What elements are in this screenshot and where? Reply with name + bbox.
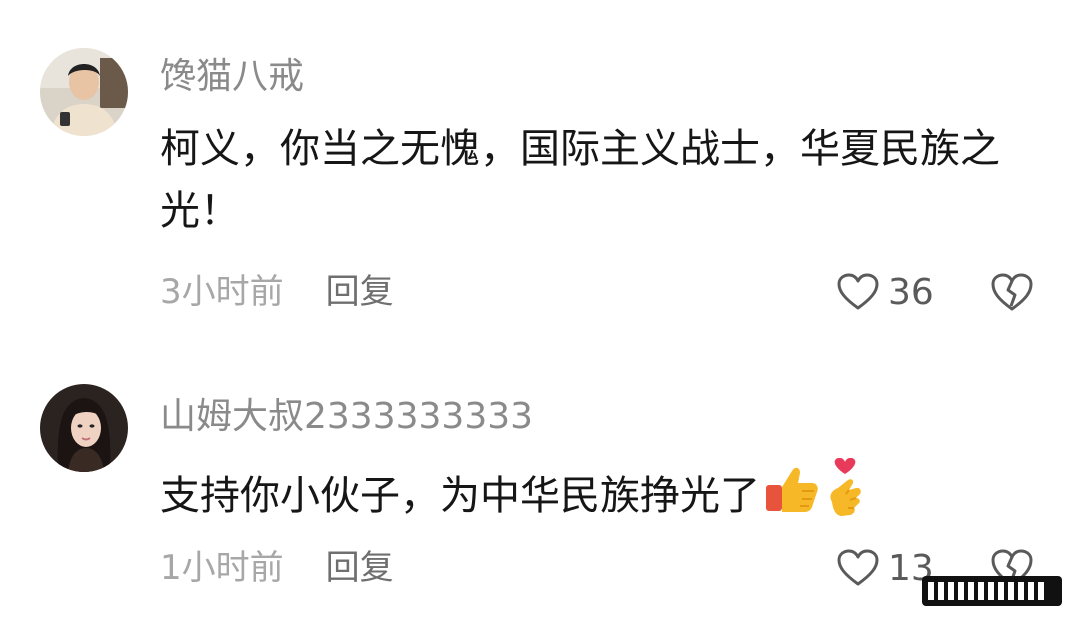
reply-button[interactable]: 回复 <box>326 546 394 590</box>
like-button[interactable]: 13 <box>836 546 934 590</box>
comment-text-line: 支持你小伙子，为中华民族挣光了 <box>160 457 1040 538</box>
comment-time: 3小时前 <box>160 272 284 312</box>
comment-text: 支持你小伙子，为中华民族挣光了 <box>160 473 760 519</box>
finger-heart-emoji-icon <box>822 457 868 538</box>
comment-item: 山姆大叔2333333333 支持你小伙子，为中华民族挣光了 1小时前 回复 1… <box>0 340 1080 620</box>
comment-text: 柯义，你当之无愧，国际主义战士，华夏民族之光！ <box>160 126 1000 234</box>
comment-time: 1小时前 <box>160 548 284 588</box>
heart-icon <box>837 273 879 310</box>
dislike-button[interactable] <box>990 270 1034 314</box>
user-avatar[interactable] <box>40 384 128 472</box>
comment-username[interactable]: 馋猫八戒 <box>160 55 304 99</box>
comment-username[interactable]: 山姆大叔2333333333 <box>160 395 533 439</box>
heart-icon <box>837 549 879 586</box>
like-button[interactable]: 36 <box>836 270 934 314</box>
broken-heart-icon <box>991 273 1033 311</box>
comment-meta: 3小时前 回复 <box>160 270 394 314</box>
watermark-logo <box>922 576 1062 606</box>
avatar-man-image <box>40 48 128 136</box>
like-count: 36 <box>888 271 934 313</box>
avatar-woman-image <box>40 384 128 472</box>
comment-item: 馋猫八戒 柯义，你当之无愧，国际主义战士，华夏民族之光！ 3小时前 回复 36 <box>0 0 1080 340</box>
reply-button[interactable]: 回复 <box>326 270 394 314</box>
thumbs-up-emoji-icon <box>762 463 820 533</box>
user-avatar[interactable] <box>40 48 128 136</box>
comment-meta: 1小时前 回复 <box>160 546 394 590</box>
